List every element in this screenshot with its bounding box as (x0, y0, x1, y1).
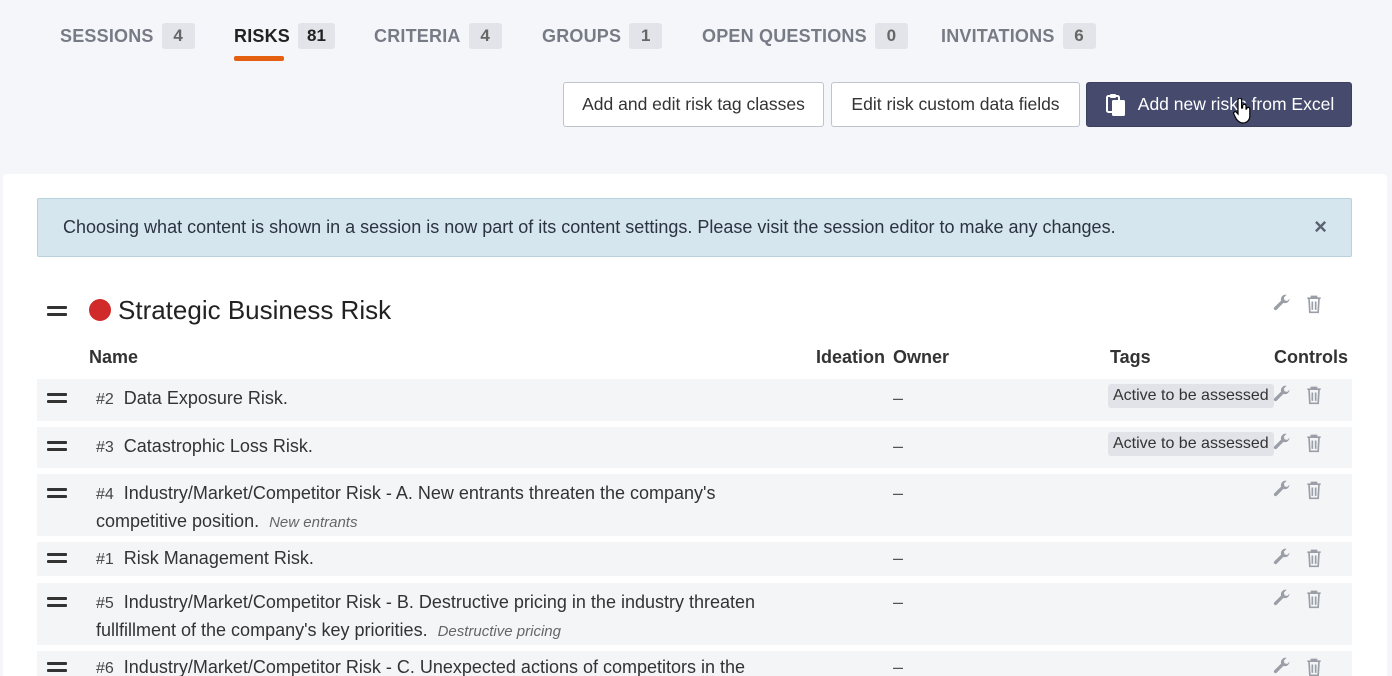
add-risks-from-excel-button[interactable]: Add new risks from Excel (1086, 82, 1352, 127)
alert-text: Choosing what content is shown in a sess… (63, 217, 1116, 237)
column-header-ideation[interactable]: Ideation (816, 347, 885, 368)
drag-handle-icon[interactable] (47, 597, 67, 611)
risk-row[interactable]: #4 Industry/Market/Competitor Risk - A. N… (37, 474, 1352, 536)
column-header-controls: Controls (1274, 347, 1348, 367)
tab-groups[interactable]: GROUPS 1 (542, 22, 663, 50)
tab-label: RISKS (234, 25, 291, 46)
risk-number: #5 (96, 595, 114, 612)
wrench-icon[interactable] (1272, 548, 1292, 568)
trash-icon[interactable] (1304, 385, 1324, 405)
risk-row[interactable]: #5 Industry/Market/Competitor Risk - B. D… (37, 583, 1352, 645)
wrench-icon[interactable] (1272, 433, 1292, 453)
risk-name-cell[interactable]: #3 Catastrophic Loss Risk. (96, 433, 776, 461)
risk-name-cell[interactable]: #5 Industry/Market/Competitor Risk - B. D… (96, 589, 776, 645)
risk-name: Industry/Market/Competitor Risk - C. Une… (123, 657, 746, 676)
tab-invitations[interactable]: INVITATIONS 6 (941, 22, 1096, 50)
risk-name-cell[interactable]: #4 Industry/Market/Competitor Risk - A. N… (96, 480, 776, 536)
risk-name-cell[interactable]: #2 Data Exposure Risk. (96, 385, 776, 413)
risk-row[interactable]: #2 Data Exposure Risk. – Active to be ass… (37, 379, 1352, 421)
wrench-icon[interactable] (1272, 294, 1292, 314)
active-tab-indicator (234, 56, 284, 61)
tab-label: GROUPS (542, 25, 622, 46)
risk-row[interactable]: #3 Catastrophic Loss Risk. – Active to be… (37, 427, 1352, 468)
risk-number: #2 (96, 391, 114, 408)
drag-handle-icon[interactable] (47, 488, 67, 502)
risk-number: #3 (96, 439, 114, 456)
risk-owner: – (893, 548, 904, 568)
trash-icon[interactable] (1304, 433, 1324, 453)
risk-number: #4 (96, 486, 114, 503)
group-color-dot (89, 299, 111, 321)
risk-row[interactable]: #6 Industry/Market/Competitor Risk - C. U… (37, 651, 1352, 676)
close-icon[interactable]: × (1314, 216, 1327, 238)
clipboard-icon (1105, 93, 1125, 116)
trash-icon[interactable] (1304, 589, 1324, 609)
tab-count-badge: 6 (1062, 23, 1096, 49)
group-title: Strategic Business Risk (118, 294, 392, 325)
tab-criteria[interactable]: CRITERIA 4 (374, 22, 502, 50)
tab-open-questions[interactable]: OPEN QUESTIONS 0 (702, 22, 908, 50)
drag-handle-icon[interactable] (47, 662, 67, 676)
trash-icon[interactable] (1304, 657, 1324, 676)
column-header-tags: Tags (1110, 347, 1151, 367)
tab-count-badge: 4 (161, 23, 195, 49)
tab-count-badge: 81 (298, 23, 335, 49)
tab-label: INVITATIONS (941, 25, 1055, 46)
tab-label: OPEN QUESTIONS (702, 25, 867, 46)
risk-name-cell[interactable]: #1 Risk Management Risk. (96, 545, 776, 573)
wrench-icon[interactable] (1272, 657, 1292, 676)
wrench-icon[interactable] (1272, 589, 1292, 609)
tab-count-badge: 0 (874, 23, 908, 49)
risk-short-name: Destructive pricing (437, 623, 561, 640)
trash-icon[interactable] (1304, 294, 1324, 314)
risk-group-header: Strategic Business Risk (47, 288, 391, 332)
risk-name: Catastrophic Loss Risk. (123, 436, 313, 456)
drag-handle-icon[interactable] (47, 553, 67, 567)
column-header-owner[interactable]: Owner (893, 347, 949, 368)
edit-tag-classes-button[interactable]: Add and edit risk tag classes (563, 82, 824, 127)
risk-owner: – (893, 592, 904, 612)
risk-number: #1 (96, 551, 114, 568)
wrench-icon[interactable] (1272, 480, 1292, 500)
risk-owner: – (893, 436, 904, 456)
tab-count-badge: 4 (468, 23, 502, 49)
risk-name: Industry/Market/Competitor Risk - A. New… (96, 483, 716, 531)
tab-risks[interactable]: RISKS 81 (234, 22, 335, 50)
risk-number: #6 (96, 660, 114, 676)
risk-owner: – (893, 483, 904, 503)
edit-custom-fields-button[interactable]: Edit risk custom data fields (831, 82, 1080, 127)
drag-handle-icon[interactable] (47, 441, 67, 455)
trash-icon[interactable] (1304, 548, 1324, 568)
status-tag: Active to be assessed (1108, 384, 1274, 408)
drag-handle-icon[interactable] (47, 393, 67, 407)
tab-bar: SESSIONS 4 RISKS 81 CRITERIA 4 GROUPS 1 … (0, 0, 1392, 62)
info-alert: Choosing what content is shown in a sess… (37, 198, 1352, 257)
tab-count-badge: 1 (629, 23, 663, 49)
trash-icon[interactable] (1304, 480, 1324, 500)
hand-cursor-icon (1233, 98, 1251, 124)
risk-short-name: New entrants (269, 514, 358, 531)
risk-name-cell[interactable]: #6 Industry/Market/Competitor Risk - C. U… (96, 654, 776, 676)
risk-owner: – (893, 657, 904, 676)
risk-name: Data Exposure Risk. (123, 388, 288, 408)
risk-row[interactable]: #1 Risk Management Risk. – (37, 542, 1352, 576)
tab-sessions[interactable]: SESSIONS 4 (60, 22, 195, 50)
risk-name: Industry/Market/Competitor Risk - B. Des… (96, 592, 756, 640)
wrench-icon[interactable] (1272, 385, 1292, 405)
column-header-name[interactable]: Name (89, 347, 138, 368)
group-controls (1272, 294, 1324, 314)
risk-owner: – (893, 388, 904, 408)
tab-label: CRITERIA (374, 25, 461, 46)
tab-label: SESSIONS (60, 25, 154, 46)
drag-handle-icon[interactable] (47, 306, 67, 320)
risk-name: Risk Management Risk. (123, 548, 314, 568)
status-tag: Active to be assessed (1108, 432, 1274, 456)
